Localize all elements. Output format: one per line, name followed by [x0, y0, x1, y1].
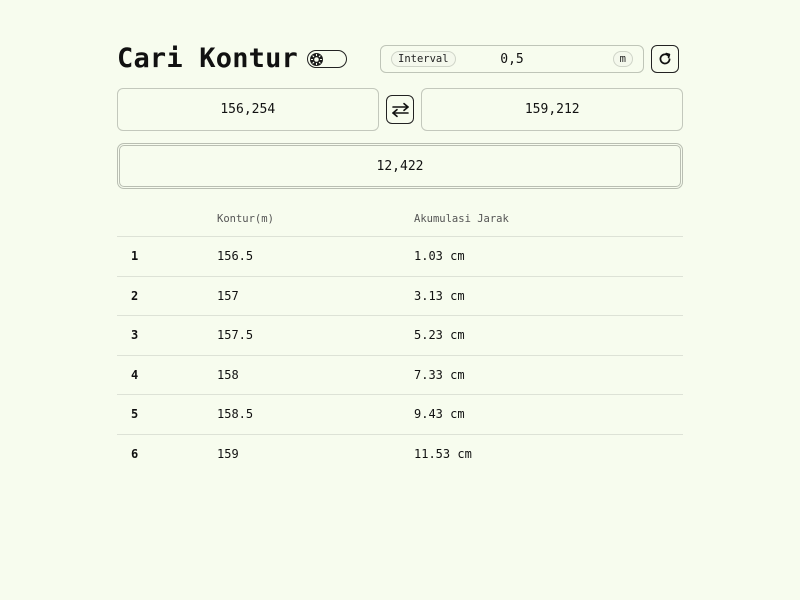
- distance-value: 11.53 cm: [414, 446, 472, 461]
- table-row: 4 158 7.33 cm: [117, 355, 683, 395]
- column-header-jarak: Akumulasi Jarak: [414, 202, 683, 237]
- swap-button[interactable]: [385, 95, 415, 124]
- table-row: 6 159 11.53 cm: [117, 434, 683, 473]
- table-row: 2 157 3.13 cm: [117, 276, 683, 316]
- contour-value: 158.5: [217, 394, 414, 435]
- distance-value: 3.13 cm: [414, 276, 683, 316]
- contour-value: 157.5: [217, 315, 414, 356]
- row-number: 1: [117, 236, 217, 277]
- row-number: 5: [117, 394, 217, 435]
- distance-result: 12,422: [117, 143, 683, 189]
- end-elevation-input[interactable]: 159,212: [421, 88, 684, 131]
- distance-value: 7.33 cm: [414, 355, 683, 395]
- app-container: Cari Kontur Interval 0,5 m 156,254 159,2…: [117, 43, 684, 473]
- input-row: 156,254 159,212: [117, 88, 684, 131]
- table-row: 5 158.5 9.43 cm: [117, 394, 683, 435]
- page-title: Cari Kontur: [117, 43, 299, 74]
- row-number: 6: [131, 446, 139, 461]
- contour-value: 159: [217, 446, 239, 461]
- row-number: 2: [117, 276, 217, 316]
- interval-unit: m: [612, 51, 633, 67]
- contour-value: 156.5: [217, 236, 414, 277]
- row-number: 3: [117, 315, 217, 356]
- refresh-icon: [659, 52, 671, 65]
- contour-table: Kontur(m) Akumulasi Jarak 1 156.5 1.03 c…: [117, 202, 683, 473]
- theme-toggle[interactable]: [307, 50, 347, 68]
- distance-value: 5.23 cm: [414, 315, 683, 356]
- reset-button[interactable]: [651, 45, 679, 73]
- column-header-kontur: Kontur(m): [217, 202, 414, 237]
- header-row: Cari Kontur Interval 0,5 m: [117, 43, 683, 75]
- contour-value: 158: [217, 355, 414, 395]
- distance-value: 9.43 cm: [414, 394, 683, 435]
- sun-icon: [310, 52, 323, 66]
- swap-arrows-icon: [391, 102, 409, 117]
- interval-field[interactable]: Interval 0,5 m: [380, 45, 644, 73]
- column-header-no: [117, 202, 217, 237]
- table-header-row: Kontur(m) Akumulasi Jarak: [117, 202, 683, 237]
- interval-label: Interval: [391, 51, 456, 67]
- row-number: 4: [117, 355, 217, 395]
- table-row: 1 156.5 1.03 cm: [117, 236, 683, 277]
- table-row: 3 157.5 5.23 cm: [117, 315, 683, 356]
- start-elevation-input[interactable]: 156,254: [117, 88, 379, 131]
- distance-value: 1.03 cm: [414, 236, 683, 277]
- contour-value: 157: [217, 276, 414, 316]
